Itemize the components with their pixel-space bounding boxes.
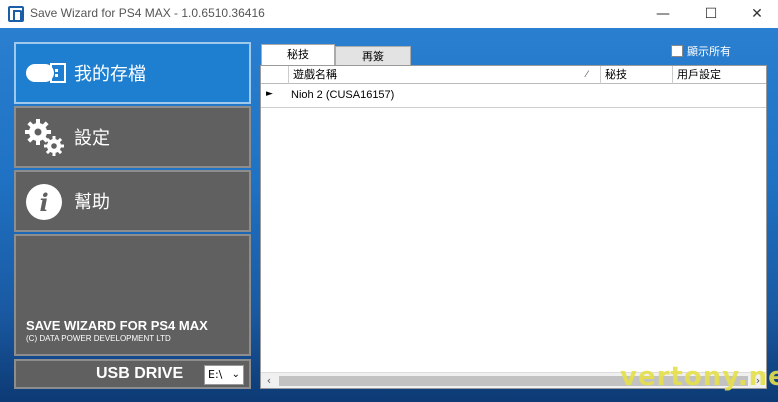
grid-header: 遊戲名稱 ⁄ 秘技 用戶設定 — [261, 66, 766, 84]
show-all-checkbox[interactable] — [671, 45, 683, 57]
column-cheats[interactable]: 秘技 — [600, 66, 672, 84]
games-grid: 遊戲名稱 ⁄ 秘技 用戶設定 ► Nioh 2 (CUSA16157) ‹ › — [260, 65, 767, 389]
usb-drive-icon — [26, 63, 66, 83]
help-button[interactable]: i 幫助 — [14, 170, 251, 232]
window-title: Save Wizard for PS4 MAX - 1.0.6510.36416 — [30, 6, 265, 20]
main-area: 我的存檔 設定 i 幫助 SAVE WIZARD FOR PS4 MAX (C)… — [0, 28, 778, 402]
scroll-left-icon[interactable]: ‹ — [261, 373, 277, 389]
gears-icon — [25, 119, 64, 156]
my-saves-button[interactable]: 我的存檔 — [14, 42, 251, 104]
brand-panel: SAVE WIZARD FOR PS4 MAX (C) DATA POWER D… — [14, 234, 251, 356]
usb-drive-label: USB DRIVE — [96, 365, 184, 382]
show-all-label: 顯示所有 — [687, 45, 731, 58]
show-all-toggle[interactable]: 顯示所有 — [671, 43, 731, 59]
my-saves-label: 我的存檔 — [74, 64, 146, 85]
usb-drive-select[interactable]: E:\ ⌄ — [204, 365, 244, 385]
app-logo-icon — [8, 6, 24, 22]
tab-resign[interactable]: 再簽 — [335, 46, 411, 66]
tab-cheats[interactable]: 秘技 — [261, 44, 335, 66]
game-name-cell: Nioh 2 (CUSA16157) — [291, 89, 395, 101]
title-bar: Save Wizard for PS4 MAX - 1.0.6510.36416… — [0, 0, 778, 28]
column-user-settings[interactable]: 用戶設定 — [672, 66, 766, 84]
svg-text:i: i — [39, 188, 48, 217]
brand-title: SAVE WIZARD FOR PS4 MAX — [26, 318, 208, 333]
settings-label: 設定 — [74, 128, 110, 149]
usb-drive-panel: USB DRIVE E:\ ⌄ — [14, 359, 251, 389]
chevron-down-icon: ⌄ — [231, 369, 240, 380]
usb-drive-value: E:\ — [208, 368, 223, 381]
brand-copyright: (C) DATA POWER DEVELOPMENT LTD — [26, 334, 171, 343]
expand-arrow-icon[interactable]: ► — [266, 89, 273, 99]
table-row[interactable]: ► Nioh 2 (CUSA16157) — [261, 86, 766, 108]
info-icon: i — [26, 184, 62, 220]
watermark-text: vertony.net — [620, 362, 778, 392]
close-button[interactable]: ✕ — [734, 0, 778, 28]
help-label: 幫助 — [74, 192, 110, 213]
minimize-button[interactable]: — — [640, 0, 686, 28]
sort-arrow-icon: ⁄ — [586, 70, 588, 80]
column-game-name[interactable]: 遊戲名稱 — [288, 66, 600, 84]
settings-button[interactable]: 設定 — [14, 106, 251, 168]
maximize-button[interactable]: ☐ — [688, 0, 734, 28]
